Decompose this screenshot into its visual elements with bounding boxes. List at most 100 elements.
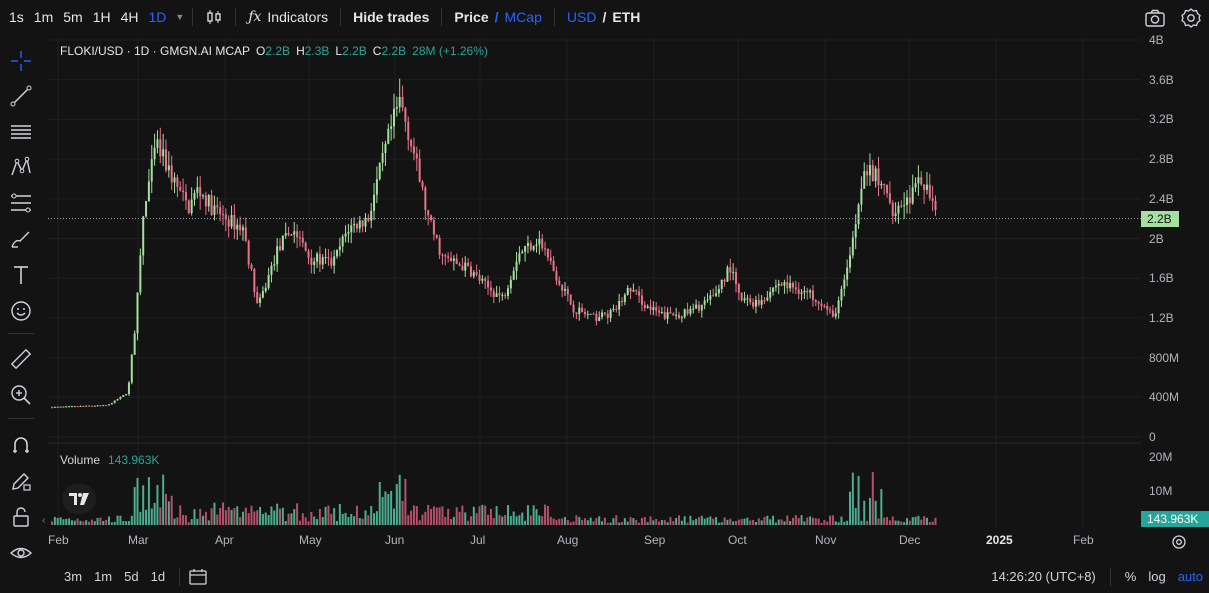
volume-bar [652, 520, 655, 525]
timeframe-1d[interactable]: 1D [144, 9, 172, 25]
time-axis[interactable]: Feb Mar Apr May Jun Jul Aug Sep Oct Nov Dec 2025 Feb [48, 529, 1141, 551]
timeframe-1m[interactable]: 1m [29, 9, 58, 25]
tradingview-logo[interactable] [62, 484, 96, 514]
timeframe-5m[interactable]: 5m [58, 9, 87, 25]
volume-bar [261, 514, 264, 525]
current-volume-tag: 143.963K [1141, 511, 1209, 527]
mcap-option[interactable]: MCap [505, 9, 542, 25]
candle-body [504, 295, 507, 297]
volume-bar [509, 516, 512, 525]
currency-toggle[interactable]: USD / ETH [563, 9, 644, 25]
volume-bar [65, 518, 68, 525]
candle-body [774, 285, 777, 288]
candle-body [244, 227, 247, 241]
timeframe-1h[interactable]: 1H [88, 9, 116, 25]
candle-body [193, 192, 196, 200]
date-range-icon[interactable] [188, 567, 208, 587]
brush-tool[interactable] [6, 224, 36, 254]
price-chart[interactable] [48, 38, 1141, 527]
volume-bar [219, 507, 222, 525]
range-5d[interactable]: 5d [118, 569, 144, 584]
magnet-tool[interactable] [6, 430, 36, 460]
range-3m[interactable]: 3m [58, 569, 88, 584]
price-axis-label: 0 [1149, 430, 1156, 444]
candle-body [752, 302, 755, 307]
candle-body [375, 179, 378, 195]
trend-line-tool[interactable] [6, 81, 36, 111]
candle-body [558, 280, 561, 285]
auto-toggle[interactable]: auto [1172, 569, 1209, 584]
candle-body [578, 307, 581, 315]
candle-body [76, 406, 79, 408]
hide-trades-button[interactable]: Hide trades [349, 9, 433, 25]
volume-bar [279, 508, 281, 525]
volume-bar [113, 521, 116, 525]
candle-body [230, 215, 233, 227]
candle-body [766, 297, 769, 301]
eth-option[interactable]: ETH [612, 9, 640, 25]
price-mcap-toggle[interactable]: Price / MCap [450, 9, 546, 25]
horizontal-lines-icon [11, 125, 31, 139]
volume-bar [772, 515, 775, 525]
zoom-tool[interactable] [6, 380, 36, 410]
candle-body [826, 305, 829, 310]
candle-body [646, 306, 649, 309]
candle-type-button[interactable] [201, 8, 227, 26]
volume-bar [184, 515, 187, 525]
emoji-tool[interactable] [6, 296, 36, 326]
volume-bar [450, 519, 452, 525]
candle-body [561, 284, 564, 291]
fib-tool[interactable] [6, 188, 36, 218]
volume-bar [424, 511, 427, 525]
candle-body [925, 184, 928, 190]
timeframe-1s[interactable]: 1s [4, 9, 29, 25]
candle-body [814, 300, 817, 302]
usd-option[interactable]: USD [567, 9, 597, 25]
time-axis-settings-icon[interactable] [1170, 533, 1188, 551]
range-1m[interactable]: 1m [88, 569, 118, 584]
candle-body [370, 210, 373, 221]
percent-toggle[interactable]: % [1119, 569, 1143, 584]
candle-body [88, 405, 91, 407]
timeframe-4h[interactable]: 4H [116, 9, 144, 25]
volume-value: 143.963K [108, 453, 160, 467]
stay-drawing-tool[interactable] [6, 466, 36, 496]
candle-body [635, 290, 638, 292]
volume-bar [236, 506, 239, 525]
volume-bar [230, 509, 233, 525]
horizontal-lines-tool[interactable] [6, 117, 36, 147]
candles [51, 78, 937, 409]
candle-body [797, 289, 800, 294]
indicators-button[interactable]: ƒx Indicators [244, 9, 332, 25]
range-1d[interactable]: 1d [145, 569, 171, 584]
log-toggle[interactable]: log [1142, 569, 1171, 584]
fib-retracement-icon [11, 193, 31, 213]
camera-icon[interactable] [1144, 7, 1166, 29]
candle-body [96, 405, 99, 407]
price-option[interactable]: Price [454, 9, 488, 25]
volume-bar [270, 506, 273, 525]
candle-body [418, 158, 421, 182]
candle-body [364, 217, 367, 227]
timeframe-dropdown-icon[interactable]: ▼ [175, 12, 184, 22]
clock[interactable]: 14:26:20 (UTC+8) [985, 569, 1101, 584]
candle-body [757, 299, 760, 305]
candle-body [290, 234, 293, 236]
volume-bar [715, 517, 718, 525]
volume-bar [62, 519, 65, 525]
volume-bar [56, 517, 59, 525]
candle-body [156, 139, 159, 148]
volume-bar [535, 509, 538, 525]
candle-body [854, 224, 857, 238]
candle-body [923, 184, 926, 190]
settings-gear-icon[interactable] [1180, 7, 1202, 29]
candle-body [113, 400, 116, 404]
ruler-tool[interactable] [6, 344, 36, 374]
candle-body [891, 202, 894, 216]
crosshair-tool[interactable] [6, 46, 36, 76]
pattern-tool[interactable] [6, 152, 36, 182]
text-tool[interactable] [6, 260, 36, 290]
lock-drawings-tool[interactable] [6, 502, 36, 532]
price-axis[interactable]: 4B 3.6B 3.2B 2.8B 2.4B 2B 1.6B 1.2B 800M 400M 0 20M… [1141, 33, 1209, 529]
collapse-toolbar-icon[interactable]: ‹ [42, 515, 45, 526]
